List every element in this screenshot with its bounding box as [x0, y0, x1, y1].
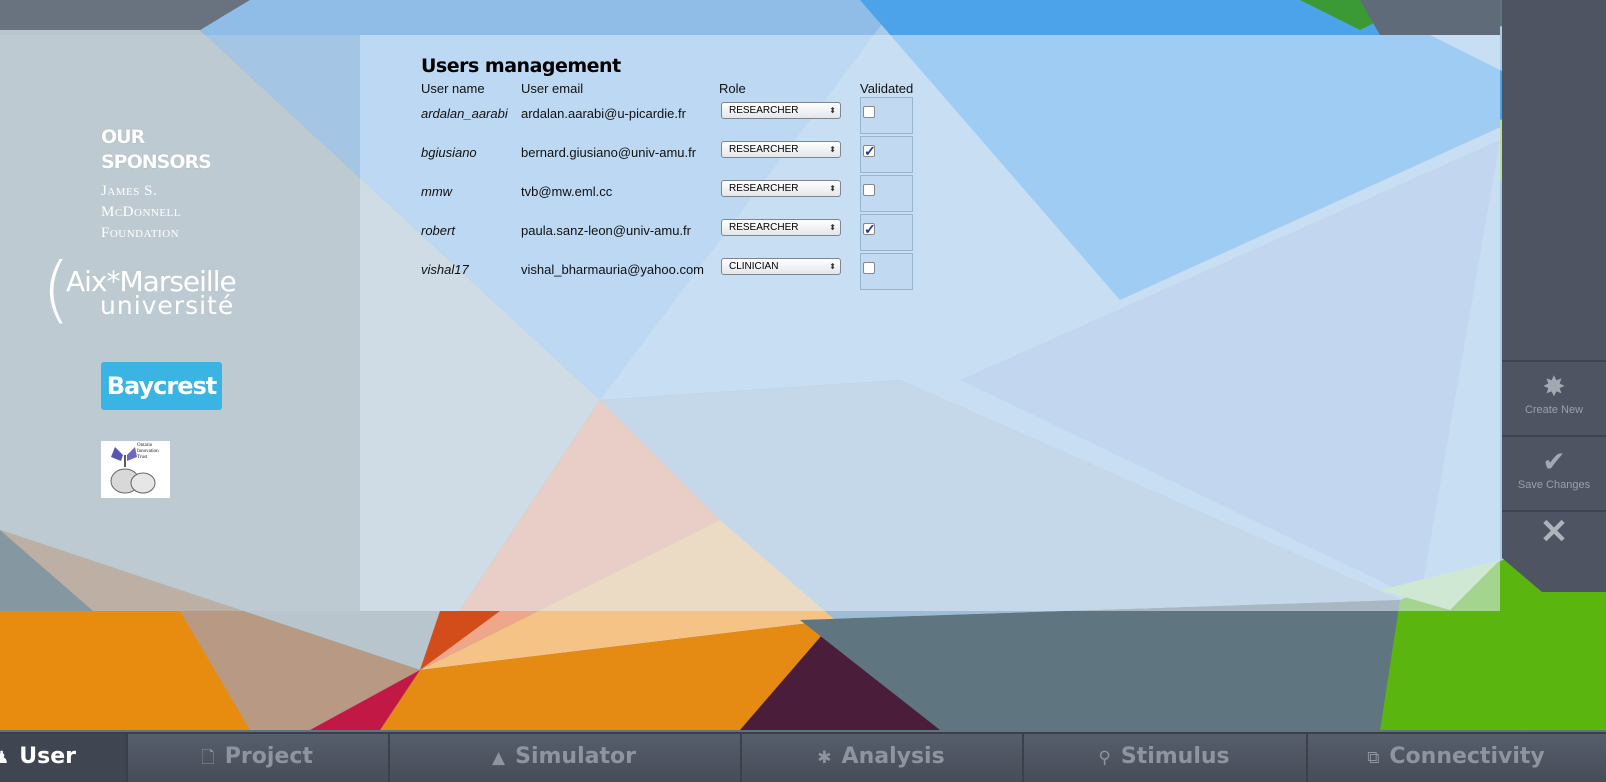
- sponsors-title: OUR SPONSORS: [101, 126, 212, 173]
- table-row: robert paula.sanz-leon@univ-amu.fr RESEA…: [360, 214, 960, 253]
- role-select[interactable]: RESEARCHER ⬍: [721, 219, 841, 236]
- table-row: ardalan_aarabi ardalan.aarabi@u-picardie…: [360, 97, 960, 136]
- tab-project[interactable]: 🗋 Project: [126, 734, 390, 782]
- tab-stimulus[interactable]: ⚲ Stimulus: [1022, 734, 1308, 782]
- aix-marseille-logo: ( Aix*Marseille université: [42, 247, 237, 331]
- validated-cell: [860, 175, 913, 212]
- gear-icon: ✱: [817, 748, 832, 768]
- document-icon: 🗋: [201, 748, 215, 768]
- pin-icon: ⚲: [1098, 748, 1111, 768]
- select-arrows-icon: ⬍: [829, 145, 836, 154]
- validated-cell: [860, 253, 913, 290]
- close-icon: ✕: [1539, 513, 1569, 551]
- column-header-user-name: User name: [421, 81, 485, 96]
- validated-cell: ✓: [860, 214, 913, 251]
- table-row: vishal17 vishal_bharmauria@yahoo.com CLI…: [360, 253, 960, 292]
- validated-cell: [860, 97, 913, 134]
- column-header-role: Role: [719, 81, 746, 96]
- network-icon: ⧉: [1367, 748, 1380, 768]
- create-new-button[interactable]: ✸ Create New: [1502, 360, 1606, 432]
- role-select[interactable]: RESEARCHER ⬍: [721, 180, 841, 197]
- user-name: vishal17: [421, 262, 469, 277]
- user-email: ardalan.aarabi@u-picardie.fr: [521, 106, 686, 121]
- user-name: robert: [421, 223, 455, 238]
- validated-cell: ✓: [860, 136, 913, 173]
- user-name: mmw: [421, 184, 453, 199]
- select-arrows-icon: ⬍: [829, 262, 836, 271]
- validated-checkbox[interactable]: ✓: [863, 222, 876, 236]
- close-button[interactable]: ✕: [1502, 510, 1606, 560]
- baycrest-logo: Baycrest: [101, 362, 222, 410]
- ontario-innovation-trust-logo: Ontario Innovation Trust: [101, 441, 170, 498]
- users-management-panel: Users management User name User email Ro…: [360, 35, 1500, 611]
- tab-simulator[interactable]: ▲ Simulator: [388, 734, 742, 782]
- validated-checkbox[interactable]: [863, 184, 875, 196]
- table-row: bgiusiano bernard.giusiano@univ-amu.fr R…: [360, 136, 960, 175]
- table-row: mmw tvb@mw.eml.cc RESEARCHER ⬍: [360, 175, 960, 214]
- user-email: bernard.giusiano@univ-amu.fr: [521, 145, 697, 160]
- checkmark-icon: ✔: [1542, 446, 1566, 477]
- role-select[interactable]: RESEARCHER ⬍: [721, 102, 841, 119]
- user-name: bgiusiano: [421, 145, 477, 160]
- tab-user[interactable]: ♟ User: [0, 734, 128, 782]
- user-email: tvb@mw.eml.cc: [521, 184, 613, 199]
- select-arrows-icon: ⬍: [829, 184, 836, 193]
- role-select[interactable]: RESEARCHER ⬍: [721, 141, 841, 158]
- column-header-user-email: User email: [521, 81, 584, 96]
- user-email: vishal_bharmauria@yahoo.com: [521, 262, 705, 277]
- mcdonnell-foundation-logo: James S. McDonnell Foundation: [101, 183, 181, 241]
- validated-checkbox[interactable]: [863, 106, 875, 118]
- rocket-icon: ▲: [492, 748, 506, 768]
- select-arrows-icon: ⬍: [829, 106, 836, 115]
- page-title: Users management: [421, 55, 621, 77]
- starburst-icon: ✸: [1542, 371, 1566, 402]
- user-email: paula.sanz-leon@univ-amu.fr: [521, 223, 692, 238]
- save-changes-button[interactable]: ✔ Save Changes: [1502, 435, 1606, 507]
- tab-connectivity[interactable]: ⧉ Connectivity: [1306, 734, 1606, 782]
- user-name: ardalan_aarabi: [421, 106, 508, 121]
- user-icon: ♟: [0, 748, 10, 768]
- select-arrows-icon: ⬍: [829, 223, 836, 232]
- tab-analysis[interactable]: ✱ Analysis: [740, 734, 1024, 782]
- action-sidebar: ✸ Create New ✔ Save Changes ✕: [1502, 0, 1606, 592]
- bottom-nav: ♟ User 🗋 Project ▲ Simulator ✱ Analysis ⚲ Sti…: [0, 732, 1606, 782]
- role-select[interactable]: CLINICIAN ⬍: [721, 258, 841, 275]
- column-header-validated: Validated: [860, 81, 914, 96]
- sponsors-panel: OUR SPONSORS James S. McDonnell Foundati…: [0, 35, 360, 611]
- validated-checkbox[interactable]: ✓: [863, 144, 876, 158]
- validated-checkbox[interactable]: [863, 262, 875, 274]
